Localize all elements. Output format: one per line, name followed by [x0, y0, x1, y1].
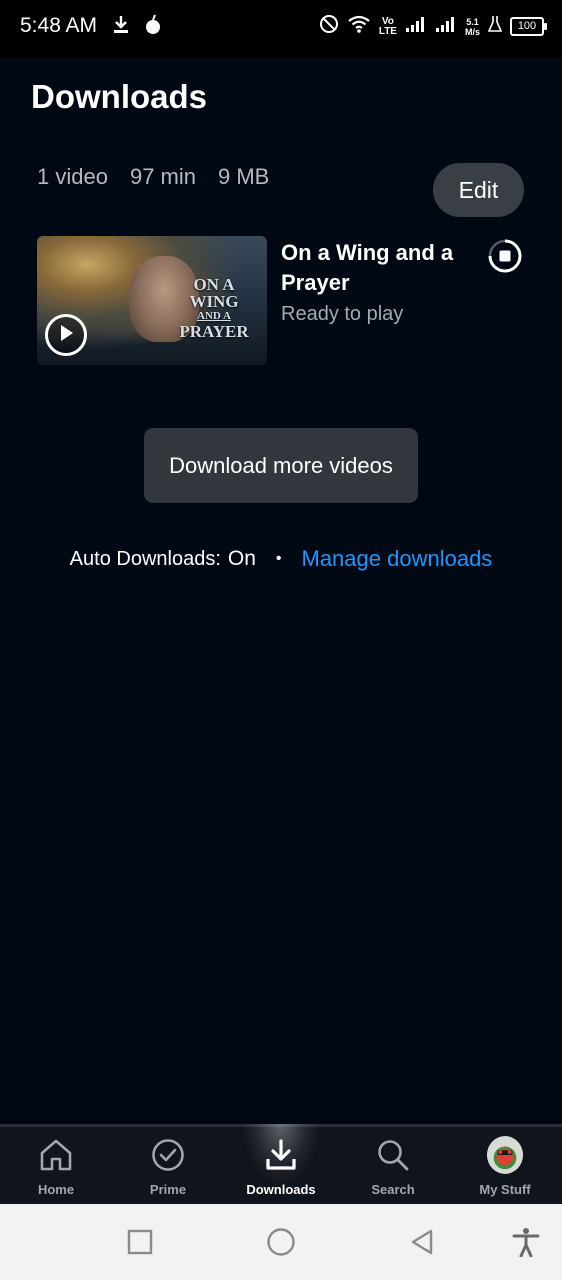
- auto-downloads-value: On: [227, 547, 256, 570]
- video-thumbnail[interactable]: ON A WING AND A PRAYER: [37, 236, 267, 365]
- status-bar: 5:48 AM Vo LTE 5.1 M/s 100: [0, 0, 562, 58]
- video-count: 1 video: [37, 164, 108, 189]
- nav-item-prime[interactable]: Prime: [112, 1127, 224, 1207]
- search-icon: [375, 1137, 411, 1173]
- speed-unit: M/s: [464, 26, 480, 37]
- bottom-nav: Home Prime Downloads Search My Stuff: [0, 1124, 562, 1204]
- manage-downloads-link[interactable]: Manage downloads: [302, 546, 493, 572]
- status-left-icons: [112, 14, 162, 41]
- nav-label-home: Home: [37, 1182, 75, 1197]
- total-duration: 97 min: [129, 164, 196, 189]
- home-button[interactable]: [265, 1226, 297, 1258]
- downloads-summary: 1 video 97 min 9 MB: [37, 164, 269, 190]
- nav-label-search: Search: [371, 1182, 415, 1197]
- wifi-icon: [347, 14, 371, 39]
- auto-downloads-label: Auto Downloads:: [69, 547, 221, 570]
- speed-value: 5.1: [466, 16, 479, 27]
- recent-apps-button[interactable]: [124, 1226, 156, 1258]
- do-not-disturb-icon: [319, 14, 339, 39]
- home-icon: [38, 1137, 74, 1173]
- video-status: Ready to play: [281, 303, 404, 325]
- play-button[interactable]: [45, 314, 87, 356]
- back-button[interactable]: [406, 1226, 438, 1258]
- system-nav-bar: [0, 1204, 562, 1280]
- separator-dot: •: [275, 550, 282, 567]
- video-title[interactable]: On a Wing and a Prayer: [281, 238, 481, 298]
- thumb-title-line2: WING: [189, 292, 239, 311]
- nav-label-prime: Prime: [149, 1182, 187, 1197]
- thumb-title-line4: PRAYER: [179, 322, 249, 341]
- accessibility-button[interactable]: [510, 1226, 542, 1258]
- speed-indicator: 5.1 M/s: [465, 17, 480, 37]
- nav-label-downloads: Downloads: [246, 1182, 316, 1197]
- nav-label-my-stuff: My Stuff: [479, 1182, 531, 1197]
- status-time: 5:48 AM: [20, 14, 98, 37]
- nav-item-search[interactable]: Search: [337, 1127, 449, 1207]
- download-icon: [112, 15, 130, 40]
- status-right-icons: Vo LTE 5.1 M/s 100: [319, 14, 547, 39]
- thumbnail-title-art: ON A WING AND A PRAYER: [169, 276, 259, 340]
- total-size: 9 MB: [218, 164, 270, 189]
- download-icon: [263, 1137, 299, 1173]
- volte-icon: Vo LTE: [378, 16, 397, 37]
- download-complete-icon: [487, 238, 523, 279]
- download-status-button[interactable]: [487, 238, 523, 279]
- battery-icon: 100: [510, 17, 547, 36]
- thumb-title-line1: ON A: [193, 275, 235, 294]
- auto-downloads-row: Auto Downloads: On • Manage downloads: [0, 546, 562, 572]
- avatar-icon: [487, 1136, 523, 1174]
- signal-2-icon: [435, 15, 457, 38]
- edit-button[interactable]: Edit: [433, 163, 524, 217]
- nav-item-my-stuff[interactable]: My Stuff: [449, 1127, 561, 1207]
- volte-bottom: LTE: [378, 25, 397, 37]
- download-more-button[interactable]: Download more videos: [144, 428, 418, 503]
- download-list-item[interactable]: ON A WING AND A PRAYER On a Wing and a P…: [37, 236, 527, 366]
- avatar: [487, 1136, 523, 1174]
- lab-icon: [487, 15, 503, 38]
- play-icon: [58, 324, 74, 347]
- nav-item-home[interactable]: Home: [0, 1127, 112, 1207]
- page-title: Downloads: [31, 78, 208, 115]
- nav-item-downloads[interactable]: Downloads: [225, 1124, 337, 1207]
- notification-icon: [144, 14, 162, 41]
- signal-1-icon: [405, 15, 427, 38]
- prime-check-icon: [150, 1137, 186, 1173]
